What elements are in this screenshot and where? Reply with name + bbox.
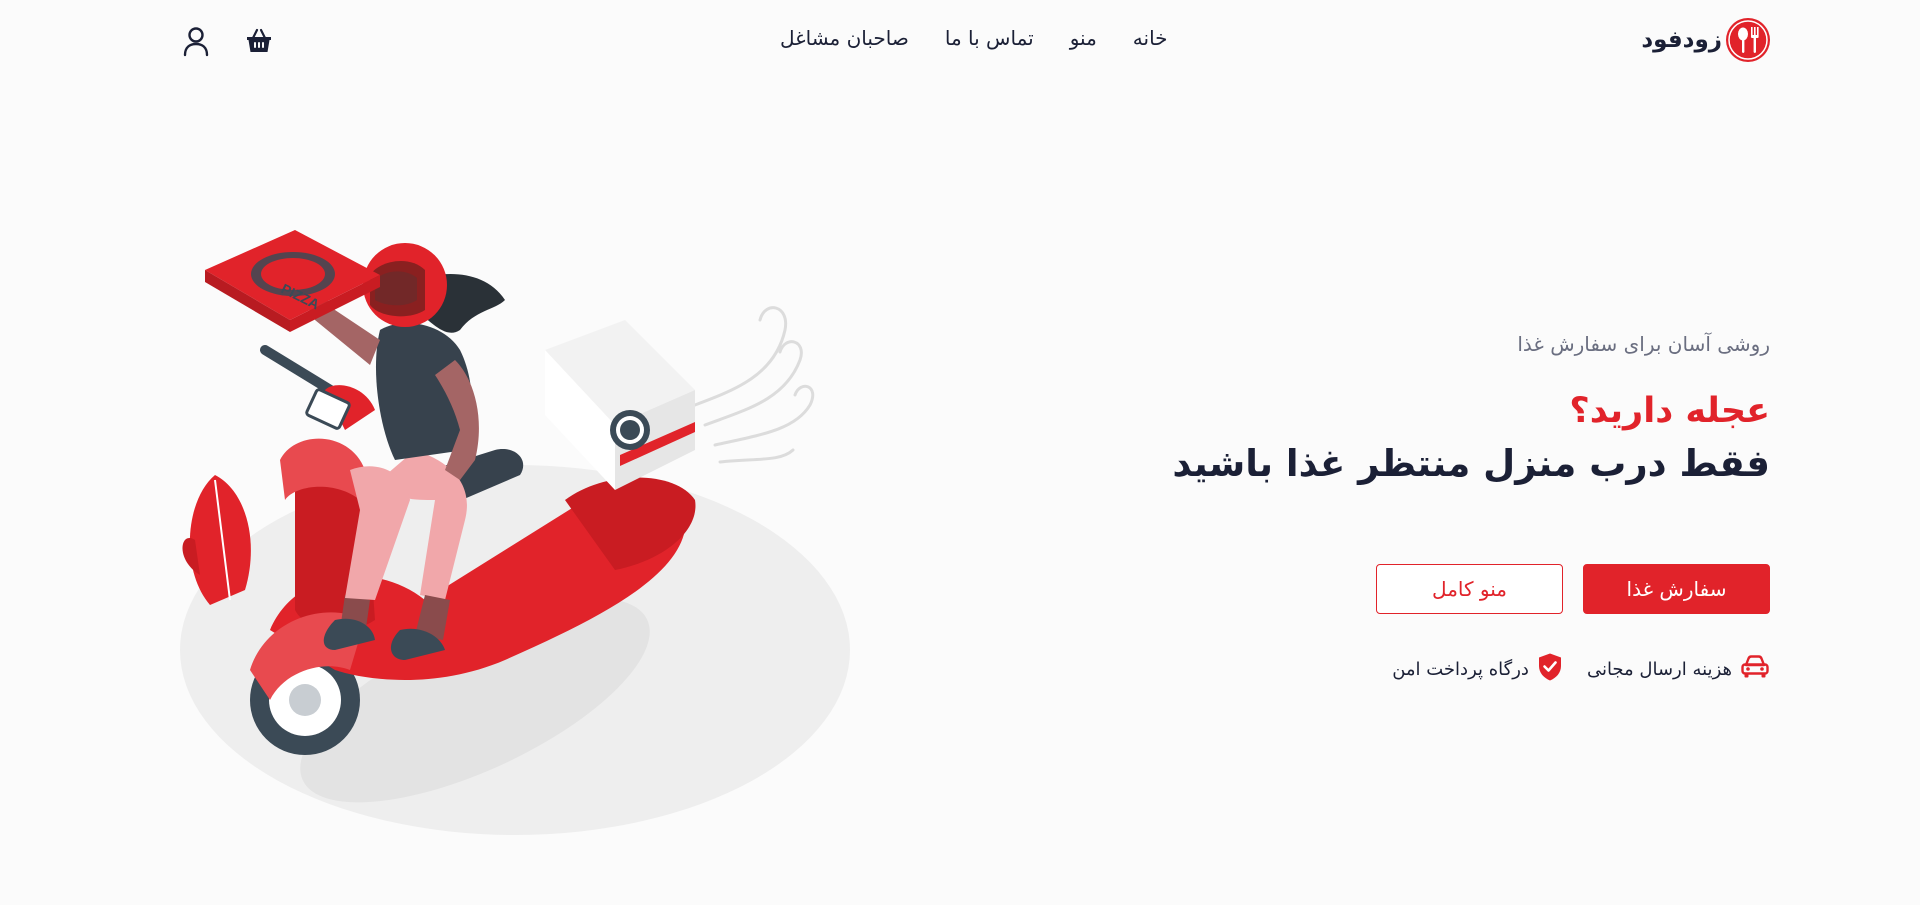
- feature-list: هزینه ارسال مجانی درگاه پرداخت امن: [1392, 652, 1770, 686]
- hero-title-highlight: عجله دارید؟: [1569, 391, 1770, 431]
- full-menu-button[interactable]: منو کامل: [1376, 564, 1563, 614]
- user-icon[interactable]: [179, 24, 213, 58]
- brand-logo[interactable]: زودفود: [1641, 18, 1770, 62]
- car-icon: [1740, 654, 1770, 684]
- nav-item-contact[interactable]: تماس با ما: [945, 26, 1034, 50]
- feature-label: هزینه ارسال مجانی: [1586, 658, 1732, 680]
- feature-secure-payment: درگاه پرداخت امن: [1392, 652, 1563, 686]
- feature-free-delivery: هزینه ارسال مجانی: [1587, 654, 1770, 684]
- nav-item-home[interactable]: خانه: [1133, 26, 1168, 50]
- pizza-box-icon: PIZZA: [205, 230, 380, 332]
- delivery-scooter-illustration: PIZZA: [175, 200, 855, 840]
- hero-actions: سفارش غذا منو کامل: [1376, 564, 1770, 614]
- nav-item-menu[interactable]: منو: [1070, 26, 1097, 50]
- hero-section: روشی آسان برای سفارش غذا عجله دارید؟ فقط…: [1070, 320, 1770, 488]
- nav-item-business-owners[interactable]: صاحبان مشاغل: [780, 26, 909, 50]
- basket-icon[interactable]: [242, 24, 276, 58]
- wind-lines-icon: [693, 306, 815, 464]
- hero-title: فقط درب منزل منتظر غذا باشید: [1172, 442, 1770, 485]
- order-food-button[interactable]: سفارش غذا: [1583, 564, 1770, 614]
- site-header: زودفود خانه منو تماس با ما صاحبان مشاغل: [0, 0, 1920, 80]
- shield-check-icon: [1537, 652, 1563, 686]
- restaurant-logo-icon: [1726, 18, 1770, 62]
- plant-icon: [182, 475, 251, 605]
- feature-label: درگاه پرداخت امن: [1392, 658, 1529, 680]
- delivery-box-icon: [545, 320, 695, 490]
- brand-name: زودفود: [1641, 27, 1722, 53]
- main-nav: خانه منو تماس با ما صاحبان مشاغل: [780, 26, 1168, 50]
- hero-tagline: روشی آسان برای سفارش غذا: [1517, 332, 1770, 356]
